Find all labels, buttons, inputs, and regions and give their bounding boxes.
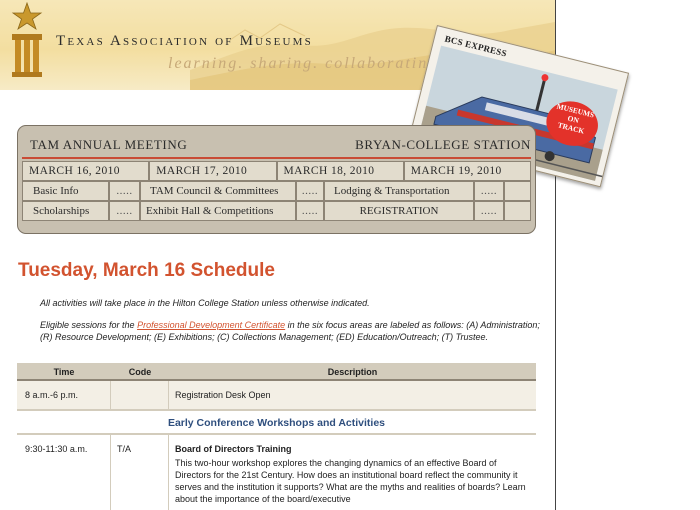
date-tab-march-16[interactable]: MARCH 16, 2010 [22, 161, 150, 181]
star-column-logo-icon[interactable] [6, 2, 48, 78]
meeting-header: TAM ANNUAL MEETING BRYAN-COLLEGE STATION [22, 134, 531, 155]
nav-dots: ..... [109, 181, 140, 201]
nav-dots: ..... [296, 181, 324, 201]
page-title: Tuesday, March 16 Schedule [18, 260, 275, 281]
row-code [111, 381, 169, 409]
nav-dots: ..... [109, 201, 140, 221]
table-header: Time Code Description [17, 363, 536, 381]
section-heading-row: Early Conference Workshops and Activitie… [17, 411, 536, 435]
meeting-nav-panel: TAM ANNUAL MEETING BRYAN-COLLEGE STATION… [17, 125, 536, 234]
nav-exhibit-hall[interactable]: Exhibit Hall & Competitions [140, 201, 296, 221]
professional-development-certificate-link[interactable]: Professional Development Certificate [137, 320, 285, 330]
schedule-table: Time Code Description 8 a.m.-6 p.m. Regi… [17, 363, 536, 510]
intro-certificate-note: Eligible sessions for the Professional D… [40, 319, 540, 343]
nav-empty-cell [504, 201, 531, 221]
intro-text: Eligible sessions for the [40, 320, 138, 330]
intro-location-note: All activities will take place in the Hi… [40, 298, 370, 308]
table-row: 8 a.m.-6 p.m. Registration Desk Open [17, 381, 536, 411]
meeting-title: TAM ANNUAL MEETING [30, 137, 188, 152]
row-description: Board of Directors Training This two-hou… [169, 435, 536, 510]
nav-dots: ..... [474, 201, 504, 221]
session-description: This two-hour workshop explores the chan… [175, 458, 526, 504]
header-divider [22, 157, 531, 159]
row-code: T/A [111, 435, 169, 510]
nav-scholarships[interactable]: Scholarships [22, 201, 109, 221]
nav-tam-council[interactable]: TAM Council & Committees [140, 181, 296, 201]
nav-lodging-transportation[interactable]: Lodging & Transportation [324, 181, 474, 201]
row-time: 8 a.m.-6 p.m. [17, 381, 111, 409]
nav-empty-cell [504, 181, 531, 201]
column-header-time: Time [53, 367, 75, 377]
nav-row: Scholarships ..... Exhibit Hall & Compet… [22, 201, 531, 221]
column-header-code: Code [128, 367, 152, 377]
date-tab-march-19[interactable]: MARCH 19, 2010 [403, 161, 531, 181]
table-row: 9:30-11:30 a.m. T/A Board of Directors T… [17, 435, 536, 510]
date-tabs: MARCH 16, 2010 MARCH 17, 2010 MARCH 18, … [22, 161, 531, 181]
column-header-description: Description [327, 367, 378, 377]
nav-basic-info[interactable]: Basic Info [22, 181, 109, 201]
nav-registration[interactable]: REGISTRATION [324, 201, 474, 221]
row-time: 9:30-11:30 a.m. [17, 435, 111, 510]
session-title: Board of Directors Training [175, 444, 292, 454]
nav-row: Basic Info ..... TAM Council & Committee… [22, 181, 531, 201]
meeting-location: BRYAN-COLLEGE STATION [355, 137, 531, 152]
row-description: Registration Desk Open [169, 381, 536, 409]
nav-dots: ..... [474, 181, 504, 201]
organization-name: Texas Association of Museums [56, 33, 313, 49]
date-tab-march-18[interactable]: MARCH 18, 2010 [276, 161, 404, 181]
tagline: learning. sharing. collaborating [168, 55, 439, 72]
nav-dots: ..... [296, 201, 324, 221]
date-tab-march-17[interactable]: MARCH 17, 2010 [149, 161, 277, 181]
